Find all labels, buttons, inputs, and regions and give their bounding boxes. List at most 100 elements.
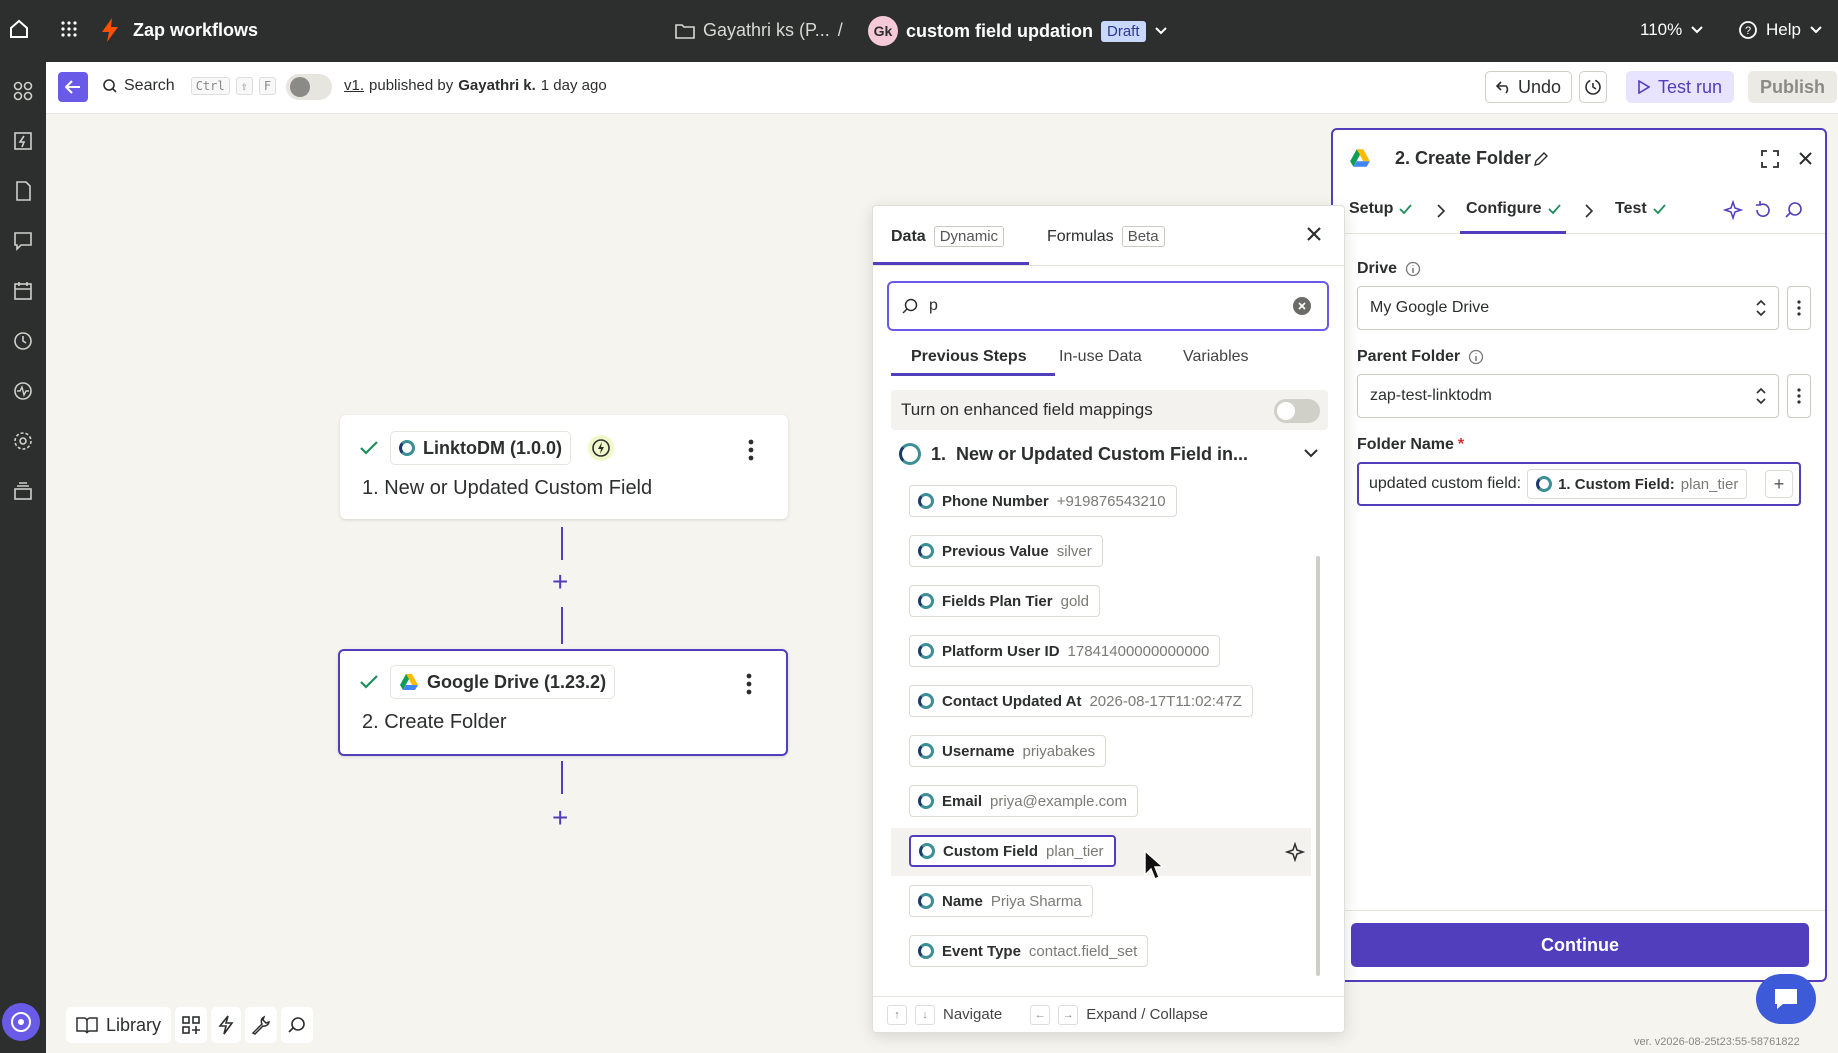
- layout-button[interactable]: [175, 1007, 208, 1043]
- step-card-action[interactable]: Google Drive (1.23.2) 2. Create Folder: [338, 649, 788, 756]
- home-icon[interactable]: [8, 18, 30, 40]
- stack-icon[interactable]: [8, 476, 38, 506]
- more-options-icon[interactable]: [748, 439, 754, 461]
- calendar-icon[interactable]: [8, 276, 38, 306]
- history-button[interactable]: [1579, 71, 1607, 103]
- zap-name: custom field updation: [906, 20, 1093, 41]
- field-item[interactable]: Username priyabakes: [909, 735, 1107, 767]
- library-button[interactable]: Library: [66, 1007, 172, 1043]
- field-item[interactable]: Fields Plan Tier gold: [909, 585, 1100, 617]
- field-item[interactable]: Event Type contact.field_set: [909, 935, 1149, 967]
- scrollbar[interactable]: [1316, 556, 1320, 976]
- tables-icon[interactable]: [8, 176, 38, 206]
- zap-name-group[interactable]: Gk custom field updation Draft: [868, 16, 1168, 46]
- tab-formulas[interactable]: Formulas Beta: [1047, 226, 1165, 247]
- close-icon[interactable]: [1799, 152, 1812, 165]
- undo-button[interactable]: Undo: [1485, 71, 1573, 103]
- close-icon[interactable]: [1306, 226, 1322, 242]
- info-icon[interactable]: [1468, 349, 1484, 365]
- step-app-name: Google Drive (1.23.2): [427, 671, 607, 692]
- enhanced-mappings-toggle[interactable]: [1274, 399, 1320, 423]
- version-toggle[interactable]: [286, 74, 332, 100]
- search-input[interactable]: p: [887, 281, 1329, 331]
- apps-icon[interactable]: [8, 76, 38, 106]
- zoom-control[interactable]: 110%: [1640, 20, 1704, 40]
- zaps-icon[interactable]: [8, 126, 38, 156]
- field-item[interactable]: Previous Value silver: [909, 535, 1103, 567]
- folder-name-prefix: updated custom field:: [1369, 475, 1522, 492]
- interfaces-icon[interactable]: [8, 226, 38, 256]
- tab-setup[interactable]: Setup: [1349, 200, 1413, 218]
- field-value: gold: [1060, 592, 1089, 610]
- step-app-badge[interactable]: Google Drive (1.23.2): [390, 665, 616, 699]
- apps-grid-icon[interactable]: [60, 20, 78, 38]
- shortcut-key: Ctrl: [190, 77, 230, 95]
- data-picker: Data Dynamic Formulas Beta p Previous St…: [872, 205, 1345, 1033]
- subtab-previous-steps[interactable]: Previous Steps: [911, 348, 1027, 366]
- add-step-icon[interactable]: +: [552, 804, 568, 832]
- publish-button[interactable]: Publish: [1748, 71, 1838, 103]
- settings-icon[interactable]: [8, 426, 38, 456]
- field-value: 2026-08-17T11:02:47Z: [1089, 692, 1242, 710]
- mouse-cursor-icon: [1143, 849, 1165, 881]
- search-icon[interactable]: [1784, 200, 1804, 220]
- add-step-icon[interactable]: +: [552, 568, 568, 596]
- app-title[interactable]: Zap workflows: [133, 20, 258, 41]
- field-item[interactable]: Phone Number +919876543210: [909, 485, 1177, 517]
- ai-sparkle-icon[interactable]: [1723, 200, 1743, 220]
- zap-action-button[interactable]: [211, 1007, 242, 1043]
- tab-configure[interactable]: Configure: [1466, 200, 1561, 218]
- ai-sparkle-icon[interactable]: [1285, 842, 1305, 862]
- subtab-variables[interactable]: Variables: [1183, 348, 1249, 366]
- test-run-button[interactable]: Test run: [1626, 71, 1735, 103]
- folder-name-label: Folder Name *: [1357, 436, 1464, 454]
- field-label: Name: [942, 892, 983, 910]
- panel-title: 2. Create Folder: [1395, 148, 1532, 168]
- mapped-field-token[interactable]: 1. Custom Field: plan_tier: [1527, 469, 1748, 499]
- drive-select[interactable]: My Google Drive: [1357, 286, 1779, 330]
- copilot-icon[interactable]: [2, 1003, 40, 1041]
- step-group-header[interactable]: 1. New or Updated Custom Field in...: [899, 439, 1319, 469]
- select-arrows-icon: [1756, 387, 1766, 405]
- arrow-right-icon: →: [1058, 1004, 1079, 1025]
- clear-search-icon[interactable]: [1293, 297, 1311, 315]
- step-card-trigger[interactable]: LinktoDM (1.0.0) 1. New or Updated Custo…: [340, 415, 788, 519]
- tab-test[interactable]: Test: [1615, 200, 1666, 218]
- refresh-icon[interactable]: [1753, 200, 1773, 220]
- activity-icon[interactable]: [8, 376, 38, 406]
- folder-icon: [675, 22, 695, 40]
- field-item[interactable]: Name Priya Sharma: [909, 885, 1093, 917]
- parent-folder-select[interactable]: zap-test-linktodm: [1357, 374, 1779, 418]
- google-drive-icon: [399, 673, 419, 691]
- field-item[interactable]: Contact Updated At 2026-08-17T11:02:47Z: [909, 685, 1253, 717]
- field-item[interactable]: Platform User ID 17841400000000000: [909, 635, 1221, 667]
- group-number: 1.: [931, 443, 947, 464]
- subtab-in-use-data[interactable]: In-use Data: [1059, 348, 1142, 366]
- tools-button[interactable]: [245, 1007, 278, 1043]
- field-label: Event Type: [942, 942, 1021, 960]
- search-button[interactable]: Search Ctrl ⇧ F: [102, 77, 277, 95]
- continue-button[interactable]: Continue: [1351, 923, 1809, 967]
- version-link[interactable]: v1.: [344, 77, 364, 94]
- more-options-icon[interactable]: [746, 673, 752, 695]
- more-options-icon[interactable]: [1787, 286, 1811, 330]
- footer-expand: Expand / Collapse: [1086, 1006, 1208, 1023]
- folder-name-input[interactable]: updated custom field: 1. Custom Field: p…: [1357, 462, 1801, 506]
- edit-icon[interactable]: [1533, 151, 1549, 167]
- chat-button[interactable]: [1756, 974, 1816, 1024]
- step-app-badge[interactable]: LinktoDM (1.0.0): [390, 431, 572, 465]
- footer-navigate: Navigate: [943, 1006, 1003, 1023]
- field-label: Phone Number: [942, 492, 1049, 510]
- history-icon[interactable]: [8, 326, 38, 356]
- expand-icon[interactable]: [1761, 150, 1779, 168]
- canvas-search-button[interactable]: [281, 1007, 314, 1043]
- help-menu[interactable]: ? Help: [1738, 20, 1823, 40]
- field-item[interactable]: Email priya@example.com: [909, 785, 1138, 817]
- folder-breadcrumb[interactable]: Gayathri ks (P... /: [675, 20, 843, 41]
- tab-data[interactable]: Data Dynamic: [891, 226, 1005, 247]
- more-options-icon[interactable]: [1787, 374, 1811, 418]
- back-button[interactable]: [58, 72, 88, 102]
- info-icon[interactable]: [1405, 261, 1421, 277]
- insert-data-button[interactable]: +: [1765, 470, 1793, 498]
- field-item[interactable]: Custom Field plan_tier: [909, 835, 1116, 867]
